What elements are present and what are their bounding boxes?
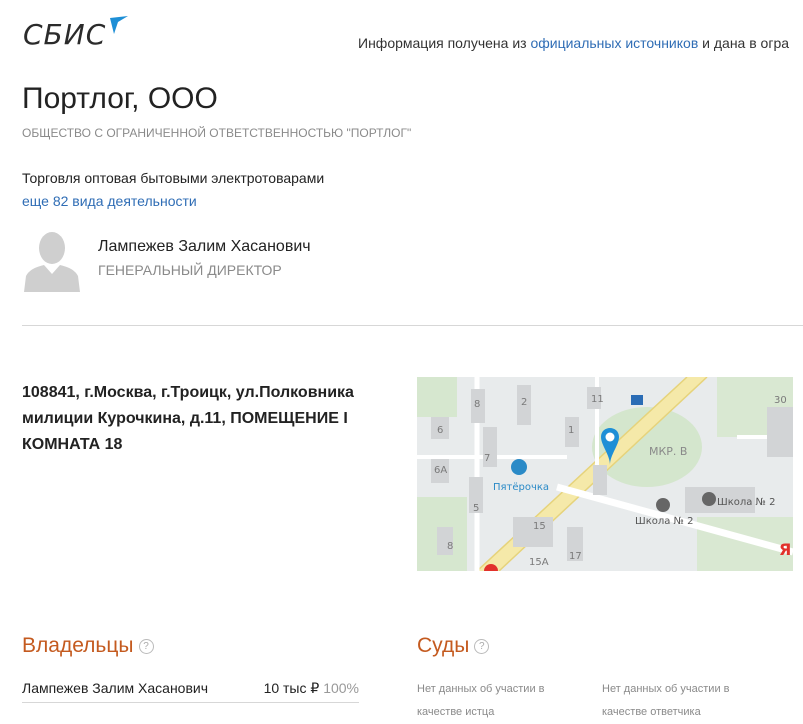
director-name[interactable]: Лампежев Залим Хасанович bbox=[98, 238, 311, 256]
sbis-logo[interactable]: СБИС bbox=[23, 18, 106, 51]
owner-share: 100% bbox=[323, 680, 359, 696]
question-icon[interactable]: ? bbox=[474, 638, 490, 654]
owner-row[interactable]: Лампежев Залим Хасанович 10 тыс ₽ 100% bbox=[22, 680, 359, 696]
map-building-label: 6А bbox=[434, 465, 447, 476]
owner-row-divider bbox=[22, 702, 359, 703]
main-activity: Торговля оптовая бытовыми электротоварам… bbox=[22, 170, 325, 186]
map-building-label: 7 bbox=[484, 453, 490, 464]
map-poi-label: Школа № 2 bbox=[717, 497, 776, 508]
map-building-label: 11 bbox=[591, 394, 604, 405]
question-icon[interactable]: ? bbox=[138, 638, 154, 654]
map-building-label: 5 bbox=[473, 503, 479, 514]
company-full-name: ОБЩЕСТВО С ОГРАНИЧЕННОЙ ОТВЕТСТВЕННОСТЬЮ… bbox=[22, 126, 412, 140]
map-building-label: 15 bbox=[533, 521, 546, 532]
avatar-placeholder-icon bbox=[24, 232, 80, 292]
map-building-label: 15А bbox=[529, 557, 549, 568]
courts-section-title: Суды? bbox=[417, 634, 490, 658]
company-name: Портлог, ООО bbox=[22, 82, 218, 115]
map-building-label: 1 bbox=[568, 425, 574, 436]
data-source-info: Информация получена из официальных источ… bbox=[358, 35, 790, 51]
owners-section-title: Владельцы? bbox=[22, 634, 154, 658]
map-poi-label: Школа № 2 bbox=[635, 516, 694, 527]
courts-defendant-note: Нет данных об участии в качестве ответчи… bbox=[602, 683, 730, 718]
map-building-label: 30 bbox=[774, 395, 787, 406]
map-building-label: 17 bbox=[569, 551, 582, 562]
map-building-label: 6 bbox=[437, 425, 443, 436]
owner-capital: 10 тыс ₽ bbox=[263, 680, 320, 696]
director-role: ГЕНЕРАЛЬНЫЙ ДИРЕКТОР bbox=[98, 262, 282, 278]
store-icon bbox=[511, 459, 527, 475]
more-activities-link[interactable]: еще 82 вида деятельности bbox=[22, 193, 197, 209]
bus-stop-icon bbox=[631, 395, 643, 405]
map-building-label: 8 bbox=[447, 541, 453, 552]
school-icon bbox=[656, 498, 670, 512]
official-sources-link[interactable]: официальных источников bbox=[530, 35, 698, 51]
map-canvas[interactable]: 8 2 11 30 6 1 7 6А 5 15 15А 8 17 МКР. В … bbox=[417, 377, 793, 571]
bird-logo-icon bbox=[110, 16, 128, 34]
map-district-label: МКР. В bbox=[649, 445, 687, 458]
map-building-label: 8 bbox=[474, 399, 480, 410]
owner-name[interactable]: Лампежев Залим Хасанович bbox=[22, 680, 208, 696]
company-address: 108841, г.Москва, г.Троицк, ул.Полковник… bbox=[22, 384, 354, 453]
school-icon bbox=[702, 492, 716, 506]
location-map[interactable]: 8 2 11 30 6 1 7 6А 5 15 15А 8 17 МКР. В … bbox=[417, 377, 793, 571]
map-poi-label: Пятёрочка bbox=[493, 482, 549, 493]
section-divider bbox=[22, 325, 803, 326]
yandex-logo: Я bbox=[779, 540, 791, 559]
map-building-label: 2 bbox=[521, 397, 527, 408]
courts-plaintiff-note: Нет данных об участии в качестве истца bbox=[417, 683, 545, 718]
